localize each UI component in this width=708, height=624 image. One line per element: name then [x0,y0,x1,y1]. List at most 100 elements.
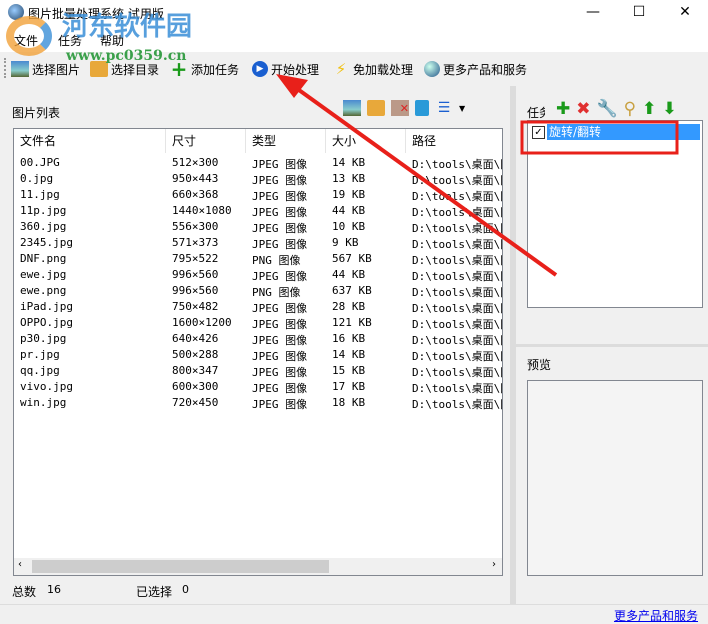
cell-name: OPPO.jpg [20,316,73,329]
select-images-button[interactable]: 选择图片 [11,59,80,79]
cell-name: DNF.png [20,252,67,265]
more-products-button[interactable]: 更多产品和服务 [424,59,527,79]
chevron-down-icon[interactable]: ▼ [459,104,465,113]
add-image-icon[interactable] [343,100,361,116]
cell-name: ewe.png [20,284,67,297]
cell-type: JPEG 图像 [252,302,308,315]
remove-image-icon[interactable]: ✕ [391,100,409,116]
scroll-left-icon[interactable]: ‹ [18,559,22,570]
cell-path: D:\tools\桌面\图 [412,318,503,331]
table-row[interactable]: ewe.png 996×560 PNG 图像 637 KB D:\tools\桌面\图 [14,283,502,299]
table-row[interactable]: vivo.jpg 600×300 JPEG 图像 17 KB D:\tools\桌面\图 [14,379,502,395]
table-row[interactable]: 360.jpg 556×300 JPEG 图像 10 KB D:\tools\桌面\图 [14,219,502,235]
scrollbar-thumb[interactable] [32,560,329,573]
task-checkbox[interactable]: ✓ [532,125,545,139]
table-row[interactable]: iPad.jpg 750×482 JPEG 图像 28 KB D:\tools\桌面\图 [14,299,502,315]
cell-path: D:\tools\桌面\图 [412,190,503,203]
move-up-icon[interactable]: ⬆ [642,100,656,118]
column-header-name[interactable]: 文件名 [14,129,166,153]
table-row[interactable]: win.jpg 720×450 JPEG 图像 18 KB D:\tools\桌面\图 [14,395,502,411]
column-header-type[interactable]: 类型 [246,129,326,153]
preview-pane [527,380,703,576]
broom-icon[interactable]: ⚲ [624,100,636,118]
image-list[interactable]: 文件名 尺寸 类型 大小 路径 00.JPG 512×300 JPEG 图像 14 K… [13,128,503,576]
selected-count: 0 [182,583,189,596]
selected-label: 已选择 [136,585,173,599]
cell-path: D:\tools\桌面\图 [412,254,503,267]
add-task-icon[interactable]: ✚ [556,100,570,118]
menu-bar: 文件 任务 帮助 [0,26,708,52]
cell-dimensions: 500×288 [172,348,219,361]
no-load-processing-button[interactable]: ⚡ 免加载处理 [332,59,413,79]
cell-name: 11p.jpg [20,204,67,217]
horizontal-scrollbar[interactable]: ‹ › [14,558,502,575]
column-header-filesize[interactable]: 大小 [326,129,406,153]
toolbar-grip[interactable] [4,58,6,78]
add-task-button[interactable]: + 添加任务 [170,59,239,79]
cell-type: JPEG 图像 [252,350,308,363]
cell-path: D:\tools\桌面\图 [412,158,503,171]
cell-name: win.jpg [20,396,67,409]
table-row[interactable]: OPPO.jpg 1600×1200 JPEG 图像 121 KB D:\tools\桌… [14,315,502,331]
cell-dimensions: 750×482 [172,300,219,313]
button-label: 选择目录 [111,62,160,77]
cell-dimensions: 556×300 [172,220,219,233]
select-folder-button[interactable]: 选择目录 [90,59,159,79]
cell-dimensions: 1600×1200 [172,316,232,329]
scroll-right-icon[interactable]: › [492,559,496,570]
cell-dimensions: 795×522 [172,252,219,265]
cell-dimensions: 571×373 [172,236,219,249]
start-processing-button[interactable]: ▶ 开始处理 [252,59,319,79]
cell-size: 17 KB [332,380,366,393]
menu-help[interactable]: 帮助 [100,32,124,49]
menu-task[interactable]: 任务 [58,32,82,49]
menu-file[interactable]: 文件 [14,32,38,49]
image-icon [11,61,29,77]
cell-size: 28 KB [332,300,366,313]
delete-task-icon[interactable]: ✖ [576,100,590,118]
table-row[interactable]: qq.jpg 800×347 JPEG 图像 15 KB D:\tools\桌面\图 [14,363,502,379]
minimize-button[interactable]: — [570,0,616,26]
trash-icon[interactable] [415,100,429,116]
cell-path: D:\tools\桌面\图 [412,270,503,283]
cell-dimensions: 600×300 [172,380,219,393]
list-view-icon[interactable]: ☰ [435,100,453,116]
table-row[interactable]: pr.jpg 500×288 JPEG 图像 14 KB D:\tools\桌面\图 [14,347,502,363]
column-header-size[interactable]: 尺寸 [166,129,246,153]
folder-icon[interactable] [367,100,385,116]
lightning-icon: ⚡ [335,60,347,78]
table-row[interactable]: p30.jpg 640×426 JPEG 图像 16 KB D:\tools\桌面\图 [14,331,502,347]
table-row[interactable]: 2345.jpg 571×373 JPEG 图像 9 KB D:\tools\桌面\图 [14,235,502,251]
cell-type: PNG 图像 [252,286,301,299]
table-row[interactable]: 11.jpg 660×368 JPEG 图像 19 KB D:\tools\桌面\图 [14,187,502,203]
play-icon: ▶ [252,61,268,77]
cell-type: JPEG 图像 [252,318,308,331]
cell-path: D:\tools\桌面\图 [412,206,503,219]
close-button[interactable]: ✕ [662,0,708,26]
column-header-path[interactable]: 路径 [406,129,502,153]
task-item[interactable]: ✓ 旋转/翻转 [532,124,700,140]
task-label: 旋转/翻转 [547,124,700,140]
list-toolbar: ✕ ☰ ▼ [343,100,465,116]
table-row[interactable]: ewe.jpg 996×560 JPEG 图像 44 KB D:\tools\桌面\图 [14,267,502,283]
task-list[interactable]: ✓ 旋转/翻转 [527,120,703,308]
maximize-button[interactable]: ☐ [616,0,662,26]
table-row[interactable]: 00.JPG 512×300 JPEG 图像 14 KB D:\tools\桌面\图 [14,155,502,171]
table-row[interactable]: 11p.jpg 1440×1080 JPEG 图像 44 KB D:\tools\桌面\… [14,203,502,219]
move-down-icon[interactable]: ⬇ [662,100,676,118]
cell-type: JPEG 图像 [252,206,308,219]
more-products-link[interactable]: 更多产品和服务 [614,607,698,624]
cell-name: iPad.jpg [20,300,73,313]
cell-dimensions: 996×560 [172,268,219,281]
table-row[interactable]: DNF.png 795×522 PNG 图像 567 KB D:\tools\桌面\图 [14,251,502,267]
cell-type: JPEG 图像 [252,174,308,187]
plus-icon: + [170,57,188,81]
app-icon [8,4,24,20]
table-row[interactable]: 0.jpg 950×443 JPEG 图像 13 KB D:\tools\桌面\图 [14,171,502,187]
cell-size: 14 KB [332,156,366,169]
preview-title: 预览 [527,358,552,372]
right-splitter[interactable] [516,344,708,347]
cell-dimensions: 996×560 [172,284,219,297]
cell-path: D:\tools\桌面\图 [412,382,503,395]
wrench-icon[interactable]: 🔧 [597,100,618,118]
